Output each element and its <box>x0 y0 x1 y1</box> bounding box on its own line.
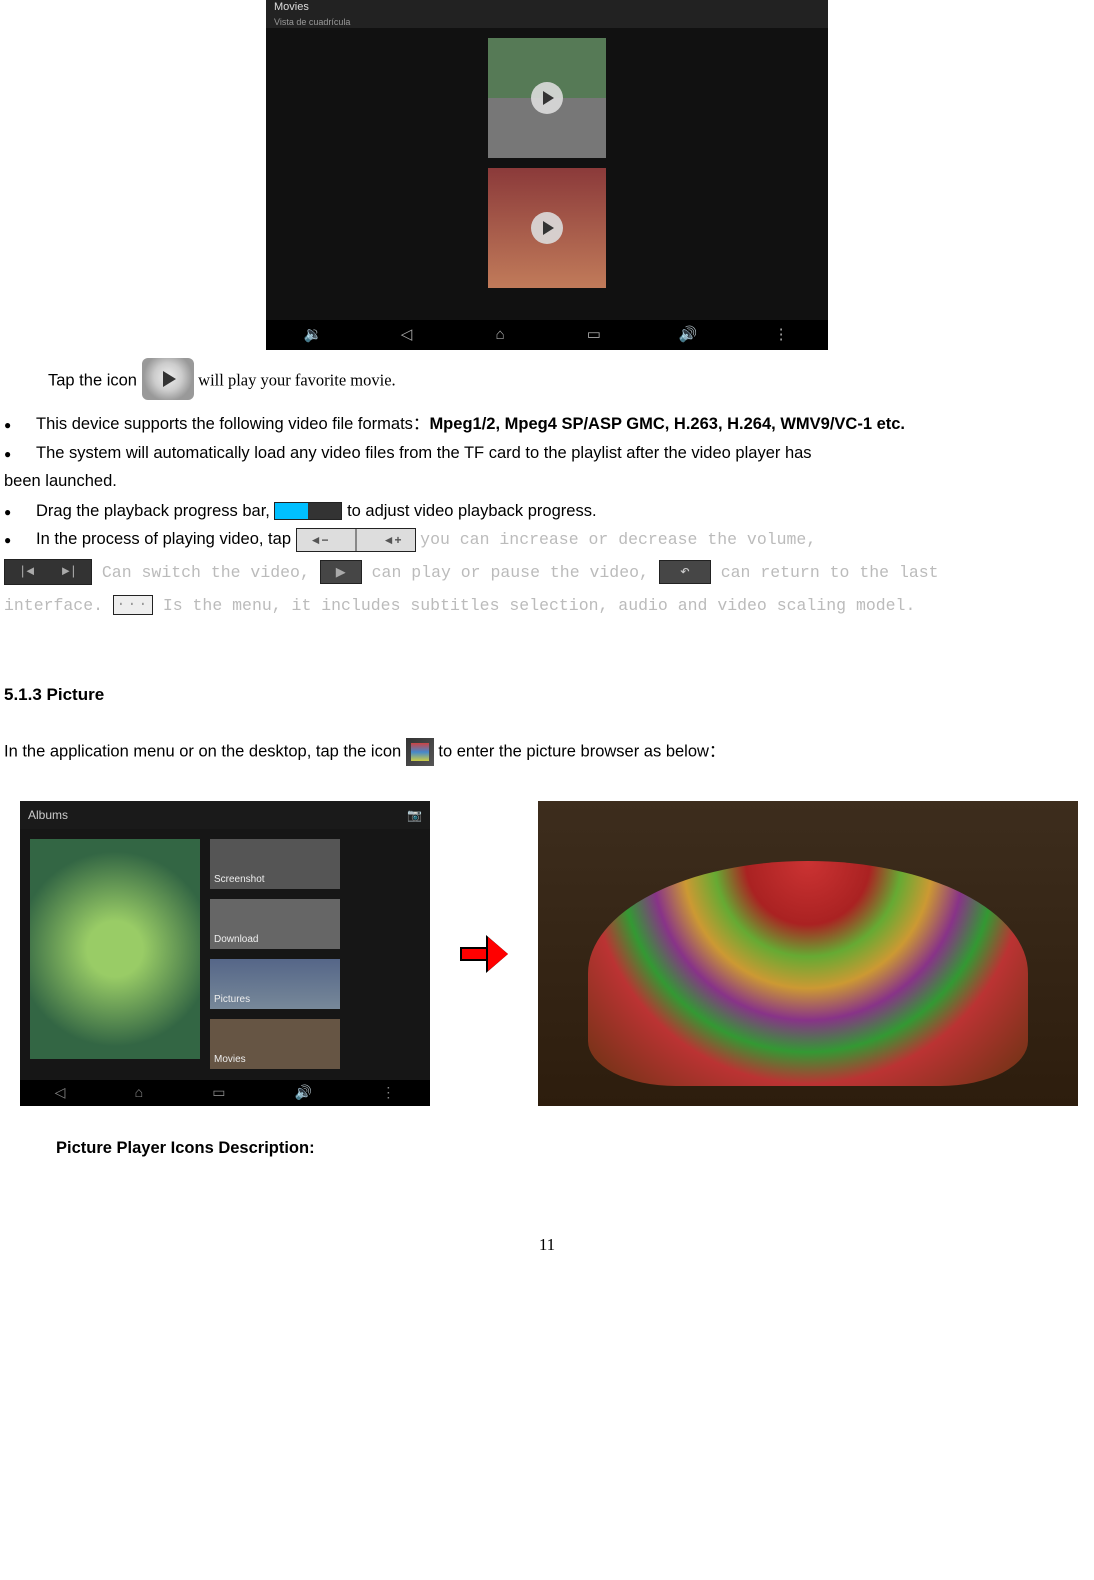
text: will play your favorite movie. <box>198 370 396 389</box>
text: to enter the picture browser as below： <box>438 743 725 761</box>
section-heading: 5.1.3 Picture <box>4 682 1094 708</box>
nav-icon: ⋮ <box>381 1082 395 1104</box>
list-item: Drag the playback progress bar, to adjus… <box>36 499 1090 525</box>
continuation-block: |◄ ►| Can switch the video, ▶ can play o… <box>4 556 1094 622</box>
text: Drag the playback progress bar, <box>36 502 274 520</box>
vol-up-icon: ◄+ <box>383 531 402 550</box>
text: In the process of playing video, tap <box>36 530 296 548</box>
albums-screenshot: Albums 📷 Screenshot Download Pictures Mo… <box>20 801 430 1106</box>
recent-icon: ▭ <box>585 323 603 346</box>
play-icon <box>531 82 563 114</box>
text: interface. <box>4 596 113 615</box>
android-navbar: 🔉 ◁ ⌂ ▭ 🔊 ⋮ <box>266 320 828 350</box>
movie-thumb-1 <box>488 38 606 158</box>
continuation-line: been launched. <box>4 469 1094 495</box>
album-butterfly <box>30 839 200 1059</box>
back-arrow-icon: ↶ <box>659 560 711 584</box>
arrow-icon <box>460 936 508 972</box>
next-icon: ►| <box>62 559 78 585</box>
movie-thumb-2 <box>488 168 606 288</box>
prev-icon: |◄ <box>19 559 35 585</box>
text: can return to the last <box>721 563 939 582</box>
picture-browser-row: Albums 📷 Screenshot Download Pictures Mo… <box>20 801 1094 1106</box>
play-icon <box>531 212 563 244</box>
progress-bar-icon <box>274 502 342 520</box>
text: to adjust video playback progress. <box>347 502 596 520</box>
folder-label: Movies <box>214 1052 246 1068</box>
folder-label: Screenshot <box>214 872 265 888</box>
album-folder: Movies <box>210 1019 340 1069</box>
folder-label: Pictures <box>214 992 250 1008</box>
text: In the application menu or on the deskto… <box>4 743 406 761</box>
menu-icon: ⋮ <box>772 323 790 346</box>
icons-description-heading: Picture Player Icons Description: <box>56 1136 1094 1162</box>
home-icon: ⌂ <box>491 323 509 346</box>
movies-grid <box>266 28 828 320</box>
list-item: This device supports the following video… <box>36 412 1090 438</box>
vol-down-icon: 🔉 <box>304 323 322 346</box>
text: Can switch the video, <box>102 563 320 582</box>
albums-title: Albums <box>28 806 68 825</box>
albums-header: Albums 📷 <box>20 801 430 829</box>
nav-icon: ▭ <box>212 1082 225 1104</box>
movies-screenshot: Movies Vista de cuadrícula 🔉 ◁ ⌂ ▭ 🔊 ⋮ <box>266 0 828 350</box>
vol-down-icon: ◄− <box>310 531 329 550</box>
vol-up-icon: 🔊 <box>678 323 696 346</box>
menu-dots-icon: ··· <box>113 595 153 615</box>
feature-list: This device supports the following video… <box>0 412 1094 466</box>
album-folder: Screenshot <box>210 839 340 889</box>
separator <box>355 529 357 551</box>
text: can play or pause the video, <box>372 563 659 582</box>
page-number: 11 <box>0 1232 1094 1258</box>
feature-list-2: Drag the playback progress bar, to adjus… <box>0 499 1094 553</box>
album-folder: Download <box>210 899 340 949</box>
albums-grid: Screenshot Download Pictures Movies <box>20 829 430 1080</box>
folder-label: Download <box>214 932 258 948</box>
nav-icon: 🔊 <box>295 1082 312 1104</box>
text: Is the menu, it includes subtitles selec… <box>163 596 916 615</box>
android-navbar: ◁ ⌂ ▭ 🔊 ⋮ <box>20 1080 430 1106</box>
text: This device supports the following video… <box>36 415 429 433</box>
list-item: The system will automatically load any v… <box>36 441 1090 467</box>
play-pause-icon: ▶ <box>320 560 362 584</box>
gallery-icon <box>406 738 434 766</box>
text: The system will automatically load any v… <box>36 444 812 462</box>
movies-subtitle: Vista de cuadrícula <box>274 16 820 30</box>
picture-intro-line: In the application menu or on the deskto… <box>4 738 1094 766</box>
album-folder: Pictures <box>210 959 340 1009</box>
movies-header: Movies Vista de cuadrícula <box>266 0 828 28</box>
nav-icon: ⌂ <box>135 1082 143 1104</box>
camera-icon: 📷 <box>407 806 422 825</box>
movies-title: Movies <box>274 0 820 16</box>
fruit-basket <box>588 861 1028 1086</box>
formats: Mpeg1/2, Mpeg4 SP/ASP GMC, H.263, H.264,… <box>429 415 905 433</box>
fruit-photo <box>538 801 1078 1106</box>
text: Tap the icon <box>48 371 142 389</box>
list-item: In the process of playing video, tap ◄− … <box>36 527 1090 553</box>
text: you can increase or decrease the volume, <box>420 530 816 549</box>
volume-control-icon: ◄− ◄+ <box>296 528 416 552</box>
nav-icon: ◁ <box>55 1082 66 1104</box>
play-button-icon <box>142 358 194 400</box>
prev-next-icon: |◄ ►| <box>4 559 92 585</box>
back-icon: ◁ <box>397 323 415 346</box>
tap-icon-line: Tap the icon will play your favorite mov… <box>0 360 1094 402</box>
